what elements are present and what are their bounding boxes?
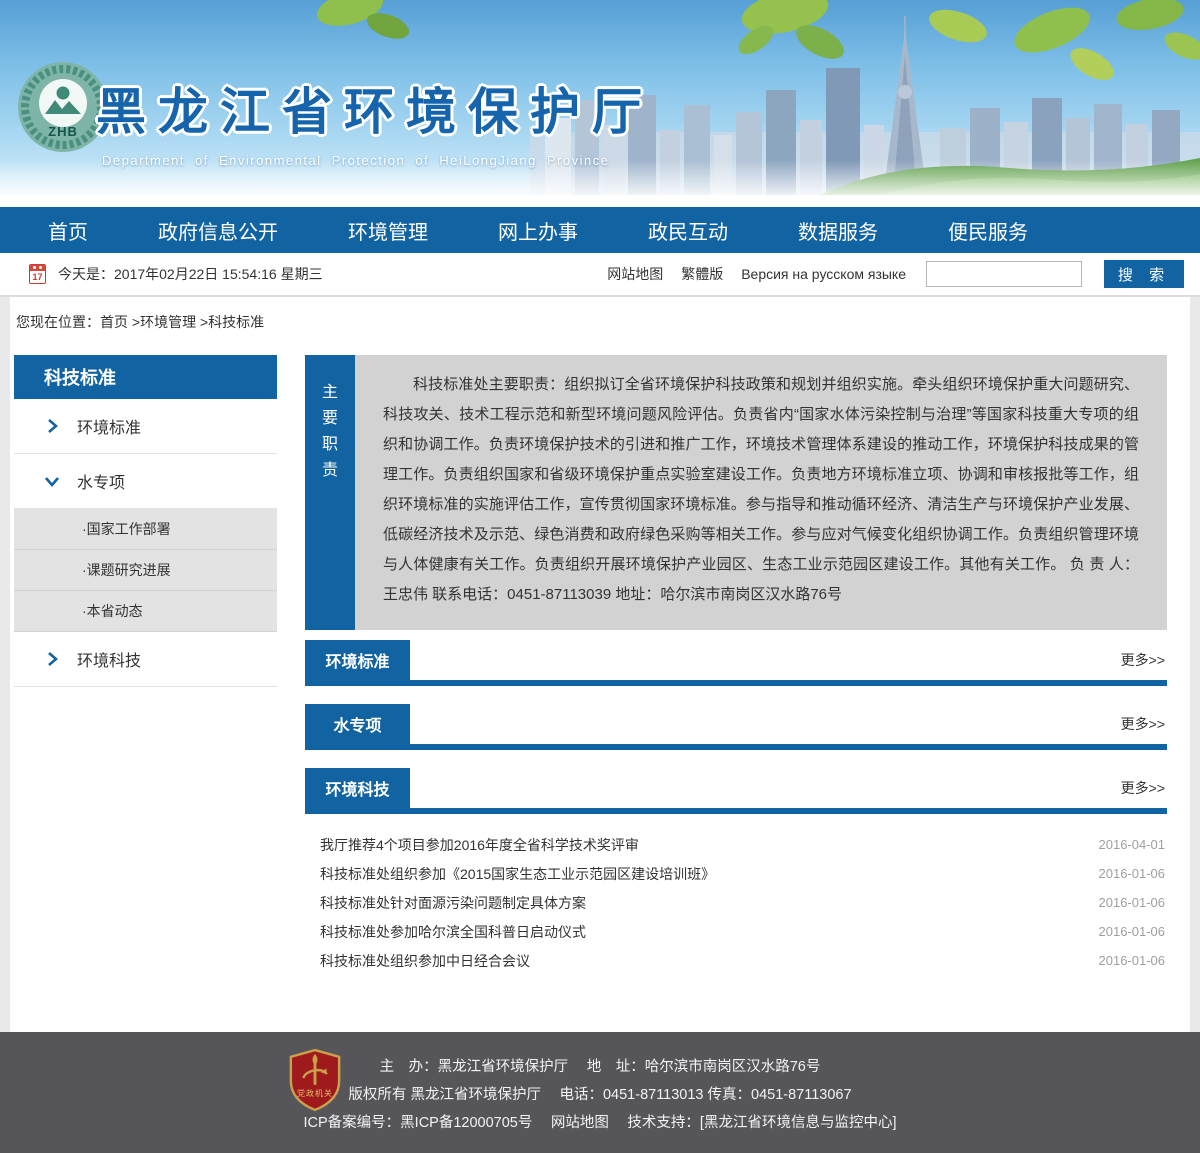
news-link[interactable]: 科技标准处针对面源污染问题制定具体方案 [320,893,1099,913]
main-nav: 首页 政府信息公开 环境管理 网上办事 政民互动 数据服务 便民服务 [0,207,1200,253]
chevron-right-icon [44,418,60,434]
news-link[interactable]: 科技标准处参加哈尔滨全国科普日启动仪式 [320,922,1099,942]
sidebar-item-env-tech[interactable]: 环境科技 [14,632,277,687]
footer-line-icp-support: ICP备案编号：黑ICP备12000705号 网站地图 技术支持：[黑龙江省环境… [0,1109,1200,1137]
chevron-right-icon [44,651,60,667]
nav-item-convenience[interactable]: 便民服务 [948,216,1028,245]
breadcrumb: 您现在位置：首页 >环境管理 >科技标准 [10,297,1190,342]
sidebar-subitem-national-deployment[interactable]: ·国家工作部署 [14,509,277,550]
footer-line-host-address: 主 办：黑龙江省环境保护厅 地 址：哈尔滨市南岗区汉水路76号 [0,1053,1200,1081]
section-water-project: 水专项 更多>> [305,704,1167,750]
news-row: 科技标准处针对面源污染问题制定具体方案 2016-01-06 [305,888,1167,917]
section-env-tech: 环境科技 更多>> [305,768,1167,814]
nav-item-gov-info[interactable]: 政府信息公开 [158,216,278,245]
header-banner: ZHB 黑龙江省环境保护厅 Department of Environmenta… [0,0,1200,195]
more-link-water-project[interactable]: 更多>> [1121,714,1165,734]
news-date: 2016-01-06 [1099,953,1166,968]
news-date: 2016-01-06 [1099,866,1166,881]
duty-description: 科技标准处主要职责：组织拟订全省环境保护科技政策和规划并组织实施。牵头组织环境保… [355,355,1167,630]
current-date-text: 今天是：2017年02月22日 15:54:16 星期三 [58,264,323,284]
russian-version-link[interactable]: Версия на русском языке [741,266,906,282]
sidebar-item-water-project[interactable]: 水专项 [14,454,277,509]
news-row: 科技标准处参加哈尔滨全国科普日启动仪式 2016-01-06 [305,917,1167,946]
search-input[interactable] [926,261,1082,287]
sidebar-item-env-standards[interactable]: 环境标准 [14,399,277,454]
news-row: 科技标准处组织参加中日经合会议 2016-01-06 [305,946,1167,975]
news-list: 我厅推荐4个项目参加2016年度全省科学技术奖评审 2016-04-01 科技标… [305,830,1167,975]
search-button[interactable]: 搜 索 [1104,260,1184,288]
section-tab-water-project: 水专项 [305,704,410,744]
nav-item-interaction[interactable]: 政民互动 [648,216,728,245]
section-underline [305,744,1167,750]
section-tab-env-tech: 环境科技 [305,768,410,808]
more-link-env-tech[interactable]: 更多>> [1121,778,1165,798]
site-title: 黑龙江省环境保护厅 [96,72,654,144]
section-underline [305,808,1167,814]
news-row: 科技标准处组织参加《2015国家生态工业示范园区建设培训班》 2016-01-0… [305,859,1167,888]
duty-panel: 主 要 职 责 科技标准处主要职责：组织拟订全省环境保护科技政策和规划并组织实施… [305,355,1167,630]
badge-label: 党政机关 [287,1088,343,1099]
calendar-icon: 17 [29,264,46,284]
news-date: 2016-04-01 [1099,837,1166,852]
section-tab-env-standards: 环境标准 [305,640,410,680]
news-link[interactable]: 我厅推荐4个项目参加2016年度全省科学技术奖评审 [320,835,1099,855]
info-bar: 17 今天是：2017年02月22日 15:54:16 星期三 网站地图 繁體版… [0,253,1200,297]
nav-item-env-management[interactable]: 环境管理 [348,216,428,245]
section-env-standards: 环境标准 更多>> [305,640,1167,686]
party-gov-badge: 党政机关 [287,1048,343,1112]
chevron-down-icon [44,473,60,489]
news-link[interactable]: 科技标准处组织参加《2015国家生态工业示范园区建设培训班》 [320,864,1099,884]
sitemap-link[interactable]: 网站地图 [607,264,663,284]
news-row: 我厅推荐4个项目参加2016年度全省科学技术奖评审 2016-04-01 [305,830,1167,859]
banner-nav-gap [0,195,1200,207]
section-underline [305,680,1167,686]
news-date: 2016-01-06 [1099,895,1166,910]
duty-vertical-label: 主 要 职 责 [305,355,355,630]
sidebar-subitem-research-progress[interactable]: ·课题研究进展 [14,550,277,591]
news-date: 2016-01-06 [1099,924,1166,939]
main-content: 主 要 职 责 科技标准处主要职责：组织拟订全省环境保护科技政策和规划并组织实施… [305,355,1167,975]
sidebar-title: 科技标准 [14,355,277,399]
sidebar: 科技标准 环境标准 水专项 ·国家工作部署 ·课题研究进展 ·本省动态 [14,355,277,975]
nav-item-data-services[interactable]: 数据服务 [798,216,878,245]
traditional-chinese-link[interactable]: 繁體版 [681,264,723,284]
content-surface: 您现在位置：首页 >环境管理 >科技标准 科技标准 环境标准 水专项 ·国家工作… [10,297,1190,1032]
news-link[interactable]: 科技标准处组织参加中日经合会议 [320,951,1099,971]
site-subtitle: Department of Environmental Protection o… [96,153,654,168]
nav-item-online-services[interactable]: 网上办事 [498,216,578,245]
sidebar-subitem-province-news[interactable]: ·本省动态 [14,591,277,632]
nav-item-home[interactable]: 首页 [48,216,88,245]
footer: 党政机关 主 办：黑龙江省环境保护厅 地 址：哈尔滨市南岗区汉水路76号 版权所… [0,1032,1200,1153]
shield-icon [287,1048,343,1112]
more-link-env-standards[interactable]: 更多>> [1121,650,1165,670]
footer-line-copyright-contact: 版权所有 黑龙江省环境保护厅 电话：0451-87113013 传真：0451-… [0,1081,1200,1109]
